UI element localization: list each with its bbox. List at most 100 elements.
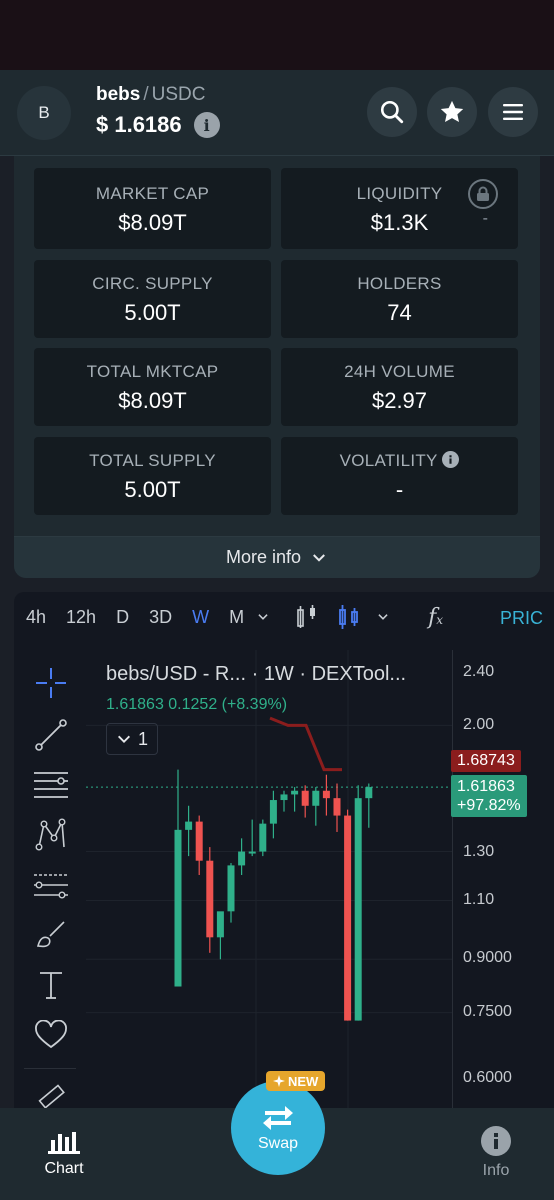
nav-info-label: Info: [482, 1162, 510, 1179]
trend-line-tool[interactable]: [32, 716, 70, 754]
chart-type-dropdown-icon[interactable]: [376, 610, 390, 624]
candle-body[interactable]: [259, 823, 267, 852]
pair-name: bebs / USDC: [96, 84, 205, 106]
status-bar: [0, 0, 554, 70]
token-header: B bebs / USDC $ 1.6186 i: [0, 70, 554, 156]
candle-body[interactable]: [322, 790, 330, 799]
candle-body[interactable]: [354, 798, 362, 1021]
candle-body[interactable]: [344, 815, 352, 1021]
timeframe-w[interactable]: W: [192, 607, 209, 628]
chart-legend-title[interactable]: bebs/USD - R... · 1W · DEXTool...: [106, 663, 406, 686]
candle-body[interactable]: [269, 800, 277, 824]
pattern-tool[interactable]: [32, 816, 70, 854]
more-info-label: More info: [225, 547, 302, 567]
stat-value: $2.97: [371, 388, 428, 413]
crosshair-tool[interactable]: [32, 664, 70, 702]
info-icon[interactable]: [442, 451, 460, 468]
lock-icon[interactable]: [468, 179, 498, 209]
legend-collapse-button[interactable]: 1: [106, 723, 158, 755]
price-tick: 0.6000: [463, 1069, 512, 1086]
candle-body[interactable]: [248, 851, 256, 854]
text-tool[interactable]: [32, 966, 70, 1004]
swap-arrows-icon: [263, 1106, 293, 1130]
nav-chart[interactable]: Chart: [24, 1126, 104, 1178]
new-badge: NEW: [266, 1071, 326, 1091]
stat-label: TOTAL MKTCAP: [86, 362, 219, 381]
more-info-button[interactable]: More info: [14, 536, 540, 578]
candle-body[interactable]: [312, 790, 320, 806]
stat-label-text: VOLATILITY: [339, 451, 438, 470]
price-info-icon[interactable]: i: [193, 112, 220, 138]
brush-icon: [36, 921, 65, 948]
stat-market-cap: MARKET CAP $8.09T: [34, 168, 271, 249]
candle-body[interactable]: [216, 911, 224, 938]
stat-label: TOTAL SUPPLY: [89, 451, 216, 470]
timeframe-4h[interactable]: 4h: [26, 607, 46, 628]
stat-liquidity: LIQUIDITY $1.3K -: [281, 168, 518, 249]
timeframe-d[interactable]: D: [116, 607, 129, 628]
stat-total-mktcap: TOTAL MKTCAP $8.09T: [34, 348, 271, 426]
candles-icon[interactable]: [338, 604, 360, 630]
price-axis[interactable]: 2.40 2.00 1.30 1.10 0.9000 0.7500 0.6000…: [451, 650, 554, 1112]
price-tick: 1.30: [463, 843, 495, 860]
last-price-change: +97.82%: [457, 797, 521, 814]
crosshair-icon: [36, 668, 66, 698]
chart-legend-values: 1.61863 0.1252 (+8.39%): [106, 696, 288, 713]
stat-total-supply: TOTAL SUPPLY 5.00T: [34, 437, 271, 515]
candle-body[interactable]: [185, 821, 193, 830]
candle-body[interactable]: [280, 794, 288, 801]
candle-body[interactable]: [174, 829, 182, 987]
candlestick-plot[interactable]: [86, 650, 452, 1112]
chevron-down-icon: [117, 735, 130, 743]
stat-value: 5.00T: [124, 477, 181, 502]
favorite-button[interactable]: [427, 87, 477, 137]
new-badge-label: NEW: [288, 1073, 319, 1089]
price-chart-panel: 4h 12h D 3D W M fx PRIC bebs/USD - R... …: [14, 592, 554, 1112]
stat-circ-supply: CIRC. SUPPLY 5.00T: [34, 260, 271, 338]
favorites-tool[interactable]: [32, 1016, 70, 1054]
heart-icon: [35, 1020, 67, 1049]
ref-price-tag: 1.68743: [451, 750, 521, 772]
stat-label: VOLATILITY: [281, 451, 518, 471]
timeframe-12h[interactable]: 12h: [66, 607, 96, 628]
last-price-value: 1.61863: [457, 778, 515, 795]
bar-chart-type-icon[interactable]: [296, 604, 318, 630]
candle-body[interactable]: [291, 790, 299, 795]
fib-tool[interactable]: [32, 866, 70, 904]
brush-tool[interactable]: [32, 916, 70, 954]
menu-button[interactable]: [488, 87, 538, 137]
drawing-toolbar: [14, 652, 86, 1112]
stat-volatility: VOLATILITY -: [281, 437, 518, 515]
pair-separator: /: [143, 84, 149, 105]
toolbar-divider: [24, 1068, 76, 1069]
chart-icon: [48, 1132, 80, 1154]
candle-body[interactable]: [206, 860, 214, 938]
candle-body[interactable]: [333, 798, 341, 816]
liquidity-lock-value: -: [482, 210, 488, 227]
candle-body[interactable]: [195, 821, 203, 861]
token-stats-panel: MARKET CAP $8.09T LIQUIDITY $1.3K - CIRC…: [14, 156, 540, 578]
stat-holders: HOLDERS 74: [281, 260, 518, 338]
nav-info[interactable]: Info: [456, 1126, 536, 1180]
horizontal-lines-tool[interactable]: [32, 766, 70, 804]
price-tick: 0.9000: [463, 949, 512, 966]
timeframe-m[interactable]: M: [229, 607, 244, 628]
timeframe-3d[interactable]: 3D: [149, 607, 172, 628]
timeframe-dropdown-icon[interactable]: [256, 610, 270, 624]
candle-body[interactable]: [238, 851, 246, 866]
price-tab[interactable]: PRIC: [500, 608, 543, 629]
search-button[interactable]: [367, 87, 417, 137]
menu-icon: [503, 104, 523, 120]
quote-symbol: USDC: [151, 84, 206, 105]
fibonacci-icon: [34, 874, 68, 899]
star-icon: [440, 100, 464, 123]
swap-button[interactable]: Swap: [231, 1081, 325, 1175]
price-tick: 0.7500: [463, 1003, 512, 1020]
candle-body[interactable]: [227, 865, 235, 912]
candle-body[interactable]: [301, 790, 309, 806]
indicators-icon[interactable]: fx: [428, 605, 443, 630]
chart-toolbar: 4h 12h D 3D W M fx: [14, 592, 554, 642]
candle-body[interactable]: [365, 787, 373, 799]
stat-label: MARKET CAP: [95, 184, 210, 203]
ruler-tool[interactable]: [32, 1078, 70, 1112]
